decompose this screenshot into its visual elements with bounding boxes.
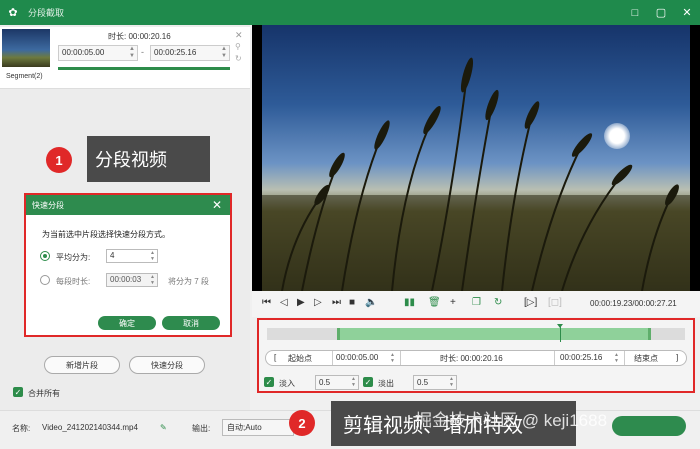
each-duration-label: 每段时长: xyxy=(56,277,91,286)
player-controls: ⏮ ◁ ▶ ▷ ⏭ ■ 🔈 ▮▮ 🗑 + ❐ ↻ [▷] [◻] 00:00:1… xyxy=(252,291,700,317)
end-point-button[interactable]: 结束点 xyxy=(634,353,658,364)
volume-icon[interactable]: 🔈 xyxy=(365,297,377,308)
play-icon[interactable]: ▶ xyxy=(297,297,305,308)
fade-out-checkbox[interactable]: ✓ xyxy=(363,377,373,387)
equal-split-label: 平均分为: xyxy=(56,253,91,262)
dialog-title: 快速分段 xyxy=(32,200,64,210)
segment-progress-bar xyxy=(58,67,230,70)
video-frame xyxy=(262,25,690,291)
time-readout: 00:00:19.23/00:00:27.21 xyxy=(590,299,677,308)
edit-name-icon[interactable]: ✎ xyxy=(160,423,167,432)
range-separator: - xyxy=(141,47,144,57)
trim-range-row: [ 起始点 00:00:05.00 ▲ ▼ 时长: 00:00:20.16 00:… xyxy=(265,350,687,366)
skip-end-icon[interactable]: ⏭ xyxy=(332,297,341,308)
window-title: 分段截取 xyxy=(28,8,65,18)
copy-icon[interactable]: ❐ xyxy=(472,297,481,308)
spinner-icon[interactable]: ▲ ▼ xyxy=(390,352,395,364)
grass-silhouettes xyxy=(262,57,690,291)
dialog-header: 快速分段 ✕ xyxy=(26,195,230,215)
title-bar: ✿ 分段截取 □ ▢ ✕ xyxy=(0,0,700,25)
spinner-icon[interactable]: ▲ ▼ xyxy=(150,250,155,262)
quick-split-button[interactable]: 快速分段 xyxy=(129,356,205,374)
delete-segment-icon[interactable]: ✕ xyxy=(235,30,243,41)
add-icon[interactable]: + xyxy=(450,297,456,308)
trim-end-field[interactable]: 00:00:25.16 xyxy=(560,353,602,362)
quick-split-dialog: 快速分段 ✕ 为当前选中片段选择快速分段方式。 平均分为: 4 ▲ ▼ 每段时长:… xyxy=(24,193,232,337)
dialog-close-icon[interactable]: ✕ xyxy=(212,198,222,212)
segment-card[interactable]: Segment(2) 时长: 00:00:20.16 00:00:05.00 ▲… xyxy=(0,27,250,89)
step-badge-1: 1 xyxy=(46,147,72,173)
each-duration-result: 将分为 7 段 xyxy=(168,277,209,286)
fade-in-checkbox[interactable]: ✓ xyxy=(264,377,274,387)
split-icon[interactable]: ▮▮ xyxy=(404,297,415,308)
timeline-selection[interactable] xyxy=(337,328,651,340)
merge-all-checkbox[interactable]: ✓ xyxy=(13,387,23,397)
stop-icon[interactable]: ■ xyxy=(349,297,355,308)
watermark-text: 掘金技术社区 @ keji1688 xyxy=(415,411,608,430)
app-logo-icon: ✿ xyxy=(8,7,18,19)
spinner-icon[interactable]: ▲ ▼ xyxy=(351,376,356,388)
restore-icon[interactable]: □ xyxy=(622,0,648,25)
playhead[interactable] xyxy=(557,324,563,342)
segment-label: Segment(2) xyxy=(6,73,43,80)
name-label: 名称: xyxy=(12,424,31,433)
start-point-button[interactable]: 起始点 xyxy=(288,353,312,364)
skip-start-icon[interactable]: ⏮ xyxy=(262,297,271,308)
file-name: Video_241202140344.mp4 xyxy=(42,423,138,432)
step-badge-2: 2 xyxy=(289,410,315,436)
mark-in-icon[interactable]: [▷] xyxy=(524,297,537,308)
trim-duration: 时长: 00:00:20.16 xyxy=(440,354,503,363)
each-duration-radio[interactable] xyxy=(40,275,50,285)
segment-end-field[interactable]: 00:00:25.16 ▲ ▼ xyxy=(150,45,230,61)
spinner-icon[interactable]: ▲ ▼ xyxy=(449,376,454,388)
close-window-icon[interactable]: ✕ xyxy=(674,0,700,25)
video-preview[interactable] xyxy=(252,25,700,291)
add-segment-button[interactable]: 新增片段 xyxy=(44,356,120,374)
spinner-icon[interactable]: ▲ ▼ xyxy=(614,352,619,364)
equal-split-radio[interactable] xyxy=(40,251,50,261)
spinner-icon[interactable]: ▲ ▼ xyxy=(221,46,227,60)
fade-out-label: 淡出 xyxy=(378,379,394,388)
equal-split-count-input[interactable]: 4 ▲ ▼ xyxy=(106,249,158,263)
mark-out-icon[interactable]: [◻] xyxy=(548,297,562,308)
bracket-open-icon: [ xyxy=(274,353,277,362)
step-back-icon[interactable]: ◁ xyxy=(280,297,288,308)
fade-out-input[interactable]: 0.5 ▲ ▼ xyxy=(413,375,457,390)
reset-icon[interactable]: ↻ xyxy=(494,297,502,308)
trim-start-field[interactable]: 00:00:05.00 xyxy=(336,353,378,362)
callout-split-video: 分段视频 xyxy=(87,136,210,182)
each-duration-input[interactable]: 00:00:03 ▲ ▼ xyxy=(106,273,158,287)
spinner-icon[interactable]: ▲ ▼ xyxy=(150,274,155,286)
segment-thumbnail[interactable] xyxy=(2,29,50,67)
export-button[interactable] xyxy=(612,416,686,436)
segment-duration: 时长: 00:00:20.16 xyxy=(108,32,171,41)
bracket-close-icon: ] xyxy=(676,353,679,362)
segment-start-field[interactable]: 00:00:05.00 ▲ ▼ xyxy=(58,45,138,61)
output-format-select[interactable]: 自动;Auto xyxy=(222,419,294,436)
confirm-button[interactable]: 确定 xyxy=(98,316,156,330)
trim-panel: [ 起始点 00:00:05.00 ▲ ▼ 时长: 00:00:20.16 00:… xyxy=(257,318,695,393)
delete-icon[interactable]: 🗑 xyxy=(428,297,441,308)
cancel-button[interactable]: 取消 xyxy=(162,316,220,330)
dialog-description: 为当前选中片段选择快速分段方式。 xyxy=(42,230,170,239)
segment-tool-icons[interactable]: ⚲ ↻ xyxy=(235,41,242,65)
spinner-icon[interactable]: ▲ ▼ xyxy=(129,46,135,60)
maximize-icon[interactable]: ▢ xyxy=(648,0,674,25)
merge-all-label: 合并所有 xyxy=(28,389,60,398)
step-forward-icon[interactable]: ▷ xyxy=(314,297,322,308)
fade-in-input[interactable]: 0.5 ▲ ▼ xyxy=(315,375,359,390)
fade-in-label: 淡入 xyxy=(279,379,295,388)
timeline-track[interactable] xyxy=(267,324,685,342)
output-label: 输出: xyxy=(192,424,211,433)
